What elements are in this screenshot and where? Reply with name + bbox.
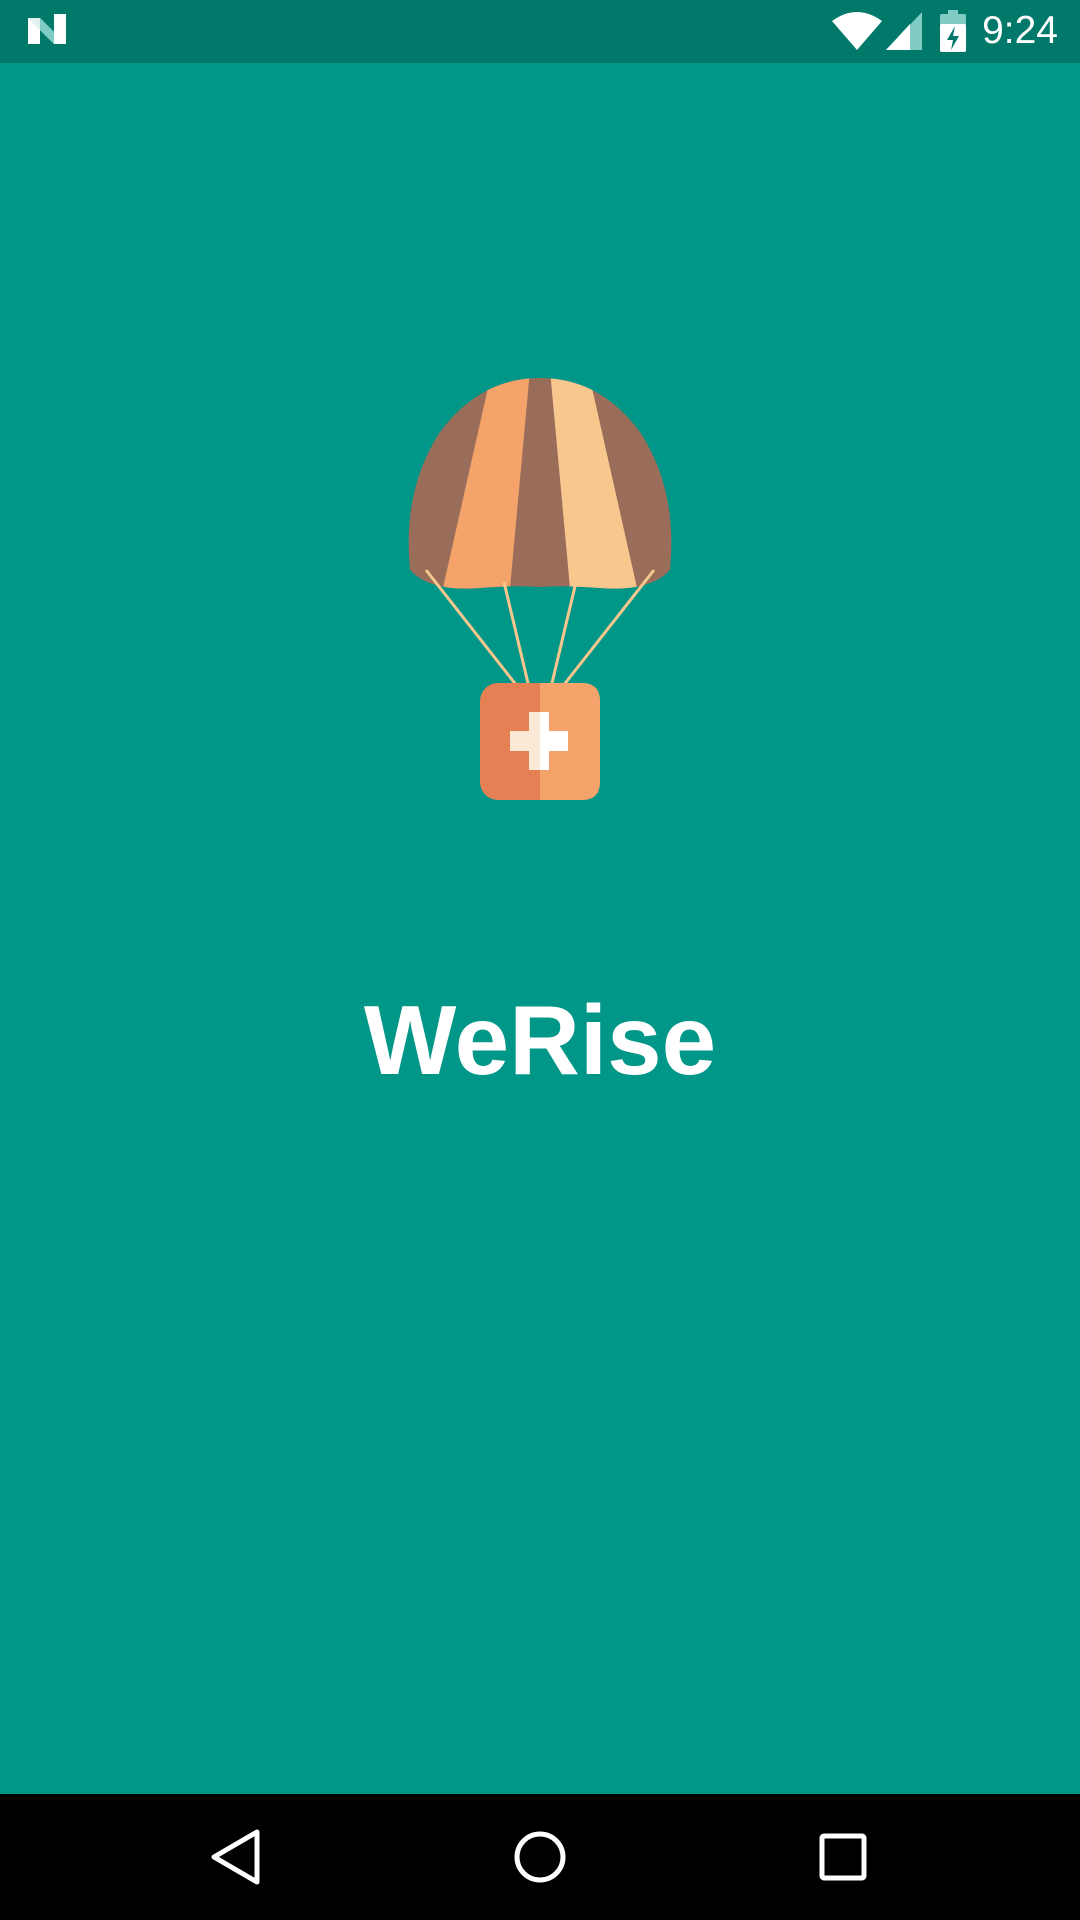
home-icon[interactable]	[505, 1822, 575, 1892]
status-clock: 9:24	[982, 9, 1058, 52]
app-notification-icon	[28, 14, 66, 44]
battery-charging-icon	[940, 10, 966, 52]
cell-signal-icon	[886, 12, 922, 50]
navigation-bar	[0, 1794, 1080, 1920]
app-title: WeRise	[363, 985, 717, 1095]
status-bar: 9:24	[0, 0, 1080, 63]
splash-screen: 9:24 WeRise	[0, 0, 1080, 1920]
recents-icon[interactable]	[808, 1822, 878, 1892]
wifi-icon	[832, 12, 882, 50]
back-icon[interactable]	[200, 1822, 270, 1892]
parachute-medkit-icon	[408, 378, 672, 800]
